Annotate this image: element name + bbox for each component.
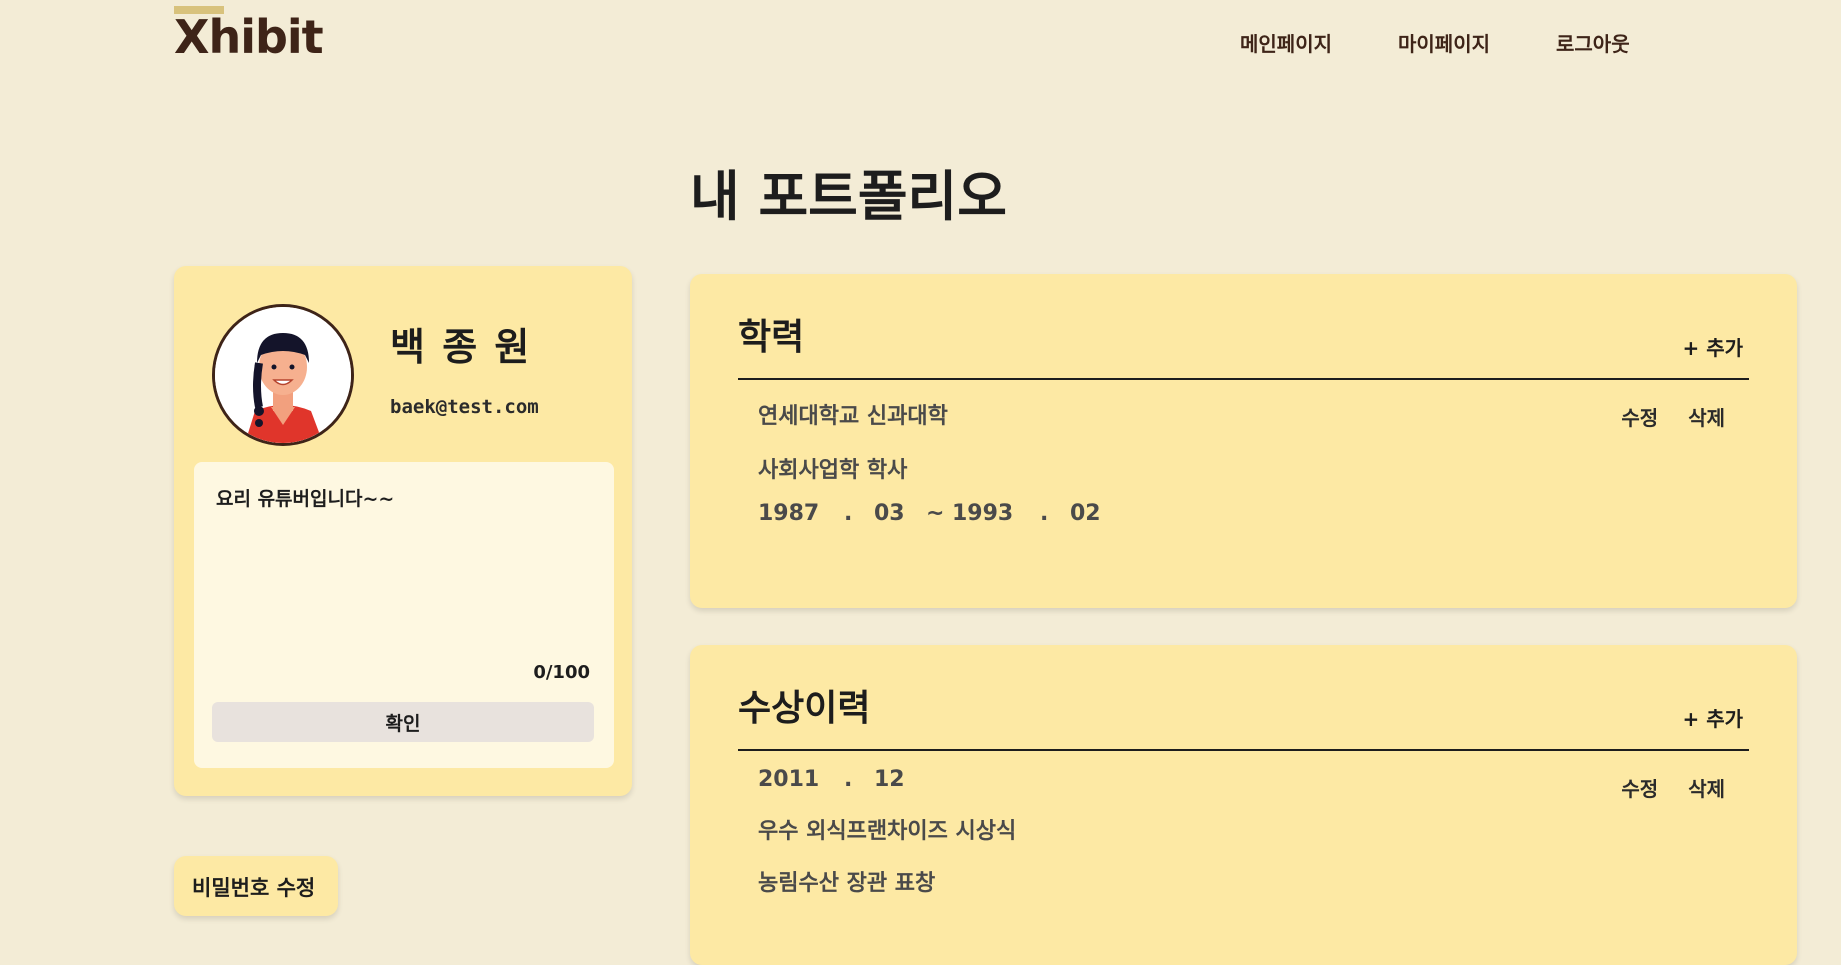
bio-text: 요리 유튜버입니다~~ (216, 488, 395, 510)
award-date: 2011 . 12 (758, 767, 905, 792)
date-separator-dot: . (1040, 501, 1049, 526)
page-title: 내 포트폴리오 (690, 165, 1007, 228)
award-item-actions: 수정 삭제 (1621, 773, 1725, 802)
confirm-button[interactable]: 확인 (212, 702, 594, 742)
edit-education-button[interactable]: 수정 (1621, 402, 1658, 431)
delete-award-button[interactable]: 삭제 (1688, 773, 1725, 802)
profile-card: 백 종 원 baek@test.com 요리 유튜버입니다~~ 0/100 확인 (174, 266, 632, 796)
date-separator-dot: . (844, 501, 853, 526)
section-divider (738, 749, 1749, 751)
nav-my-page[interactable]: 마이페이지 (1398, 28, 1490, 57)
education-title: 학력 (738, 317, 805, 358)
award-name: 우수 외식프랜차이즈 시상식 (758, 819, 1017, 844)
education-section: 학력 + 추가 연세대학교 신과대학 수정 삭제 사회사업학 학사 1987 .… (690, 274, 1797, 608)
date-separator-dot: . (844, 767, 853, 792)
avatar (212, 304, 354, 446)
award-year: 2011 (758, 767, 820, 792)
add-education-button[interactable]: + 추가 (1682, 332, 1743, 361)
logo[interactable]: Xhibit (174, 14, 324, 60)
education-item-actions: 수정 삭제 (1621, 402, 1725, 431)
profile-name: 백 종 원 (390, 325, 532, 369)
user-avatar-icon (215, 307, 351, 443)
awards-section: 수상이력 + 추가 2011 . 12 수정 삭제 우수 외식프랜차이즈 시상식… (690, 645, 1797, 965)
nav-logout[interactable]: 로그아웃 (1556, 28, 1630, 57)
change-password-button[interactable]: 비밀번호 수정 (174, 856, 338, 916)
education-major: 사회사업학 학사 (758, 458, 908, 483)
nav-main-page[interactable]: 메인페이지 (1240, 28, 1332, 57)
profile-email: baek@test.com (390, 396, 539, 418)
education-end-month: 02 (1070, 501, 1101, 526)
add-award-button[interactable]: + 추가 (1682, 703, 1743, 732)
change-password-label: 비밀번호 수정 (192, 876, 316, 900)
edit-award-button[interactable]: 수정 (1621, 773, 1658, 802)
education-start-month: 03 (874, 501, 905, 526)
top-nav: 메인페이지 마이페이지 로그아웃 (1240, 28, 1630, 57)
award-month: 12 (874, 767, 905, 792)
bio-char-count: 0/100 (533, 662, 590, 683)
awards-title: 수상이력 (738, 688, 871, 729)
education-period: 1987 . 03 ~ 1993 . 02 (758, 501, 1101, 526)
date-range-tilde: ~ (926, 501, 945, 526)
award-description: 농림수산 장관 표창 (758, 871, 936, 896)
section-divider (738, 378, 1749, 380)
education-start-year: 1987 (758, 501, 820, 526)
bio-textarea[interactable]: 요리 유튜버입니다~~ 0/100 확인 (194, 462, 614, 768)
delete-education-button[interactable]: 삭제 (1688, 402, 1725, 431)
education-end-year: 1993 (952, 501, 1014, 526)
education-school: 연세대학교 신과대학 (758, 404, 948, 429)
